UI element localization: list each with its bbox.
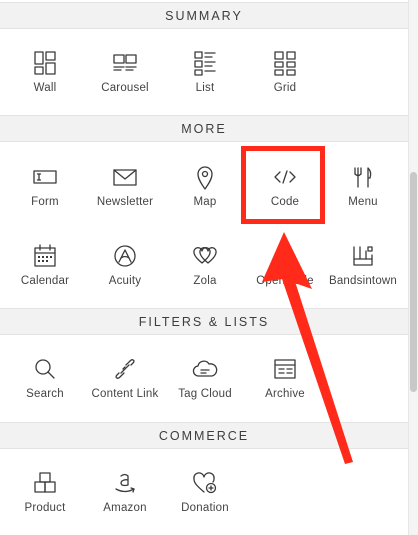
block-donation[interactable]: Donation xyxy=(164,468,246,535)
tag-cloud-icon xyxy=(192,356,218,382)
section-header-more: MORE xyxy=(0,115,408,142)
block-list[interactable]: List xyxy=(164,48,246,118)
fork-knife-icon xyxy=(350,164,376,190)
block-amazon[interactable]: Amazon xyxy=(84,468,166,535)
archive-icon xyxy=(272,356,298,382)
wall-icon xyxy=(32,50,58,76)
grid-icon xyxy=(272,50,298,76)
block-label: Acuity xyxy=(108,275,142,287)
donation-heart-icon xyxy=(192,470,218,496)
block-label: Form xyxy=(31,196,59,208)
zola-hearts-icon xyxy=(192,243,218,269)
block-bandsintown[interactable]: Bandsintown xyxy=(322,241,404,311)
block-acuity[interactable]: Acuity xyxy=(84,241,166,311)
block-label: Bandsintown xyxy=(328,275,398,287)
block-grid[interactable]: Grid xyxy=(244,48,326,118)
list-icon xyxy=(192,50,218,76)
block-product[interactable]: Product xyxy=(4,468,86,535)
highlight-box-code xyxy=(241,146,325,224)
product-boxes-icon xyxy=(32,470,58,496)
block-label: Carousel xyxy=(101,82,149,94)
block-map[interactable]: Map xyxy=(164,162,246,232)
block-label: Menu xyxy=(348,196,378,208)
block-label: Wall xyxy=(33,82,57,94)
amazon-icon xyxy=(112,470,138,496)
block-label: Calendar xyxy=(20,275,70,287)
acuity-icon xyxy=(112,243,138,269)
block-search[interactable]: Search xyxy=(4,354,86,424)
block-content-link[interactable]: Content Link xyxy=(84,354,166,424)
block-label: Zola xyxy=(193,275,217,287)
block-calendar[interactable]: Calendar xyxy=(4,241,86,311)
bandsintown-icon xyxy=(350,243,376,269)
block-tag-cloud[interactable]: Tag Cloud xyxy=(164,354,246,424)
block-carousel[interactable]: Carousel xyxy=(84,48,166,118)
block-label: Tag Cloud xyxy=(178,388,232,400)
block-opentable[interactable]: OpenTable xyxy=(244,241,326,311)
block-wall[interactable]: Wall xyxy=(4,48,86,118)
block-archive[interactable]: Archive xyxy=(244,354,326,424)
calendar-icon xyxy=(32,243,58,269)
scrollbar-thumb[interactable] xyxy=(410,172,417,392)
block-label: Archive xyxy=(265,388,305,400)
block-label: Map xyxy=(193,196,217,208)
block-newsletter[interactable]: Newsletter xyxy=(84,162,166,232)
envelope-icon xyxy=(112,164,138,190)
block-label: Donation xyxy=(181,502,229,514)
block-menu[interactable]: Menu xyxy=(322,162,404,232)
opentable-icon xyxy=(272,243,298,269)
block-label: List xyxy=(195,82,215,94)
block-zola[interactable]: Zola xyxy=(164,241,246,311)
form-icon xyxy=(32,164,58,190)
block-label: Content Link xyxy=(91,388,159,400)
block-label: Amazon xyxy=(103,502,147,514)
section-header-filters: FILTERS & LISTS xyxy=(0,308,408,335)
block-form[interactable]: Form xyxy=(4,162,86,232)
block-label: Search xyxy=(26,388,64,400)
link-icon xyxy=(112,356,138,382)
section-header-summary: SUMMARY xyxy=(0,2,408,29)
block-picker-panel: SUMMARY Wall Carousel List Grid MORE For… xyxy=(0,0,408,535)
block-label: Newsletter xyxy=(96,196,154,208)
block-label: Grid xyxy=(273,82,297,94)
block-label: OpenTable xyxy=(256,275,314,287)
carousel-icon xyxy=(112,50,138,76)
map-pin-icon xyxy=(192,164,218,190)
search-icon xyxy=(32,356,58,382)
section-header-commerce: COMMERCE xyxy=(0,422,408,449)
block-label: Product xyxy=(24,502,66,514)
